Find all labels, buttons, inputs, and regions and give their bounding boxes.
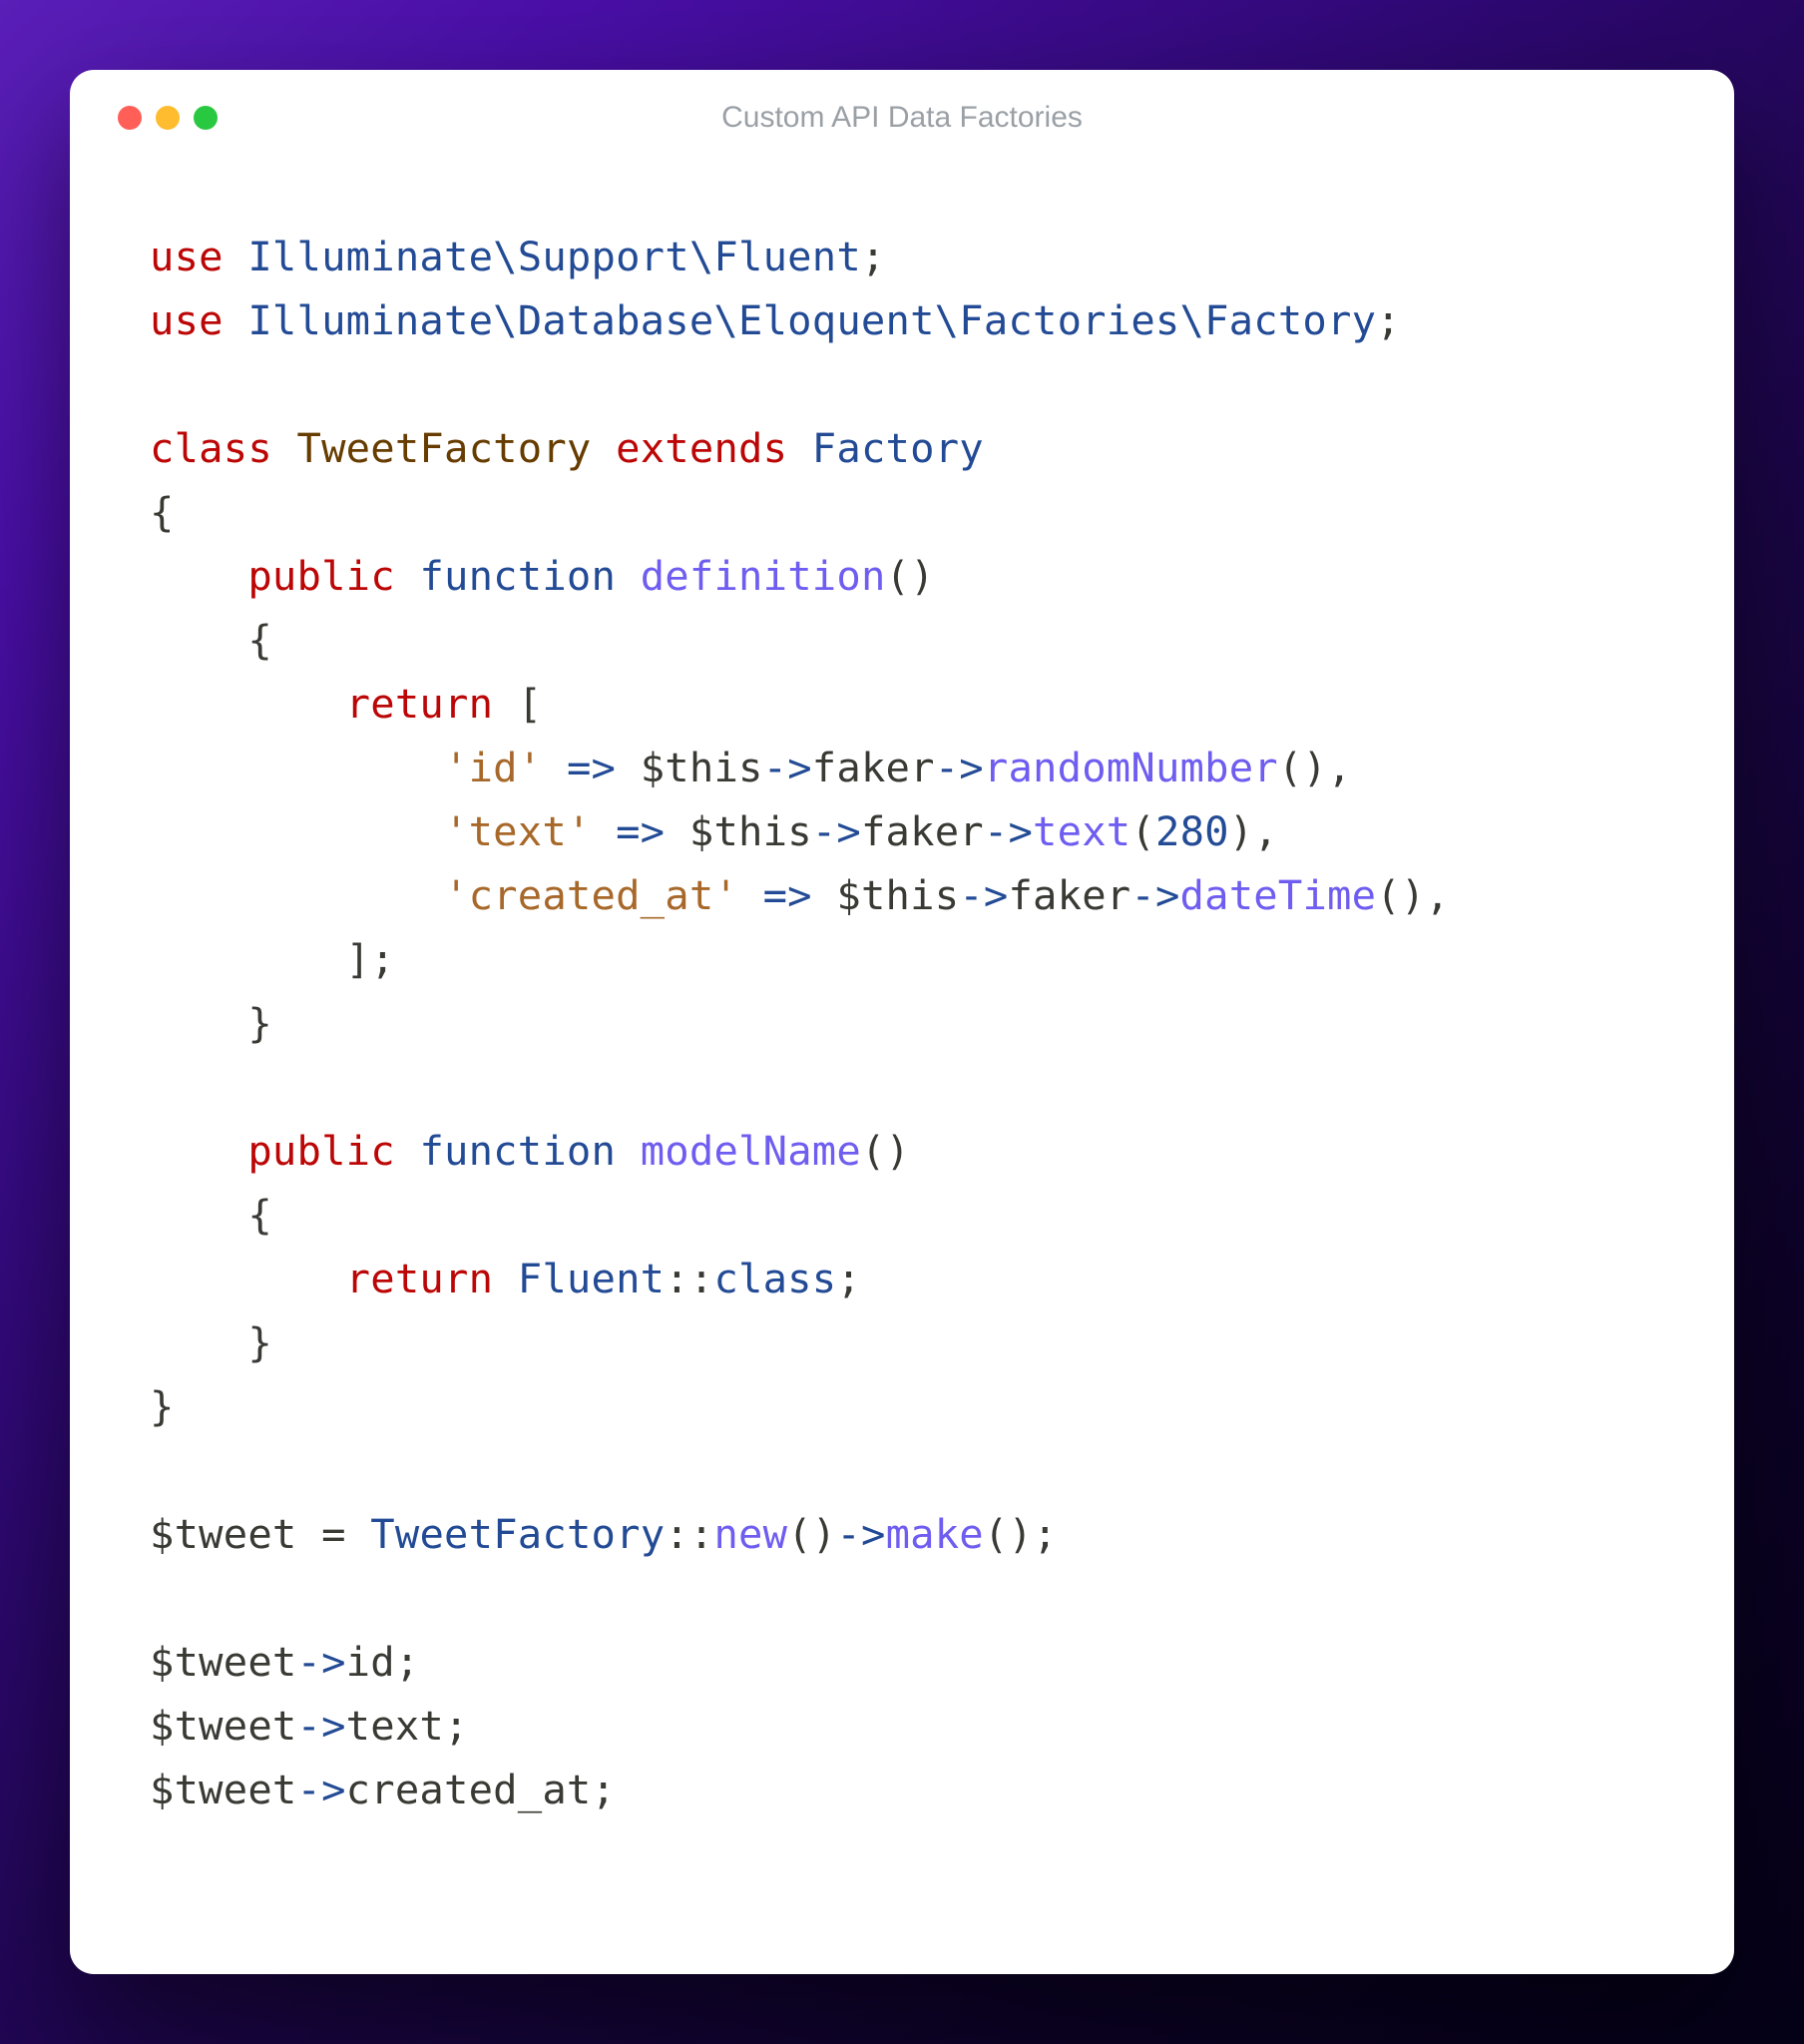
classname-factory: Factory [812, 424, 984, 472]
prop-faker: faker [812, 744, 935, 791]
paren-open: ( [886, 552, 911, 600]
prop-id: id [346, 1638, 395, 1686]
brace-close: } [150, 1382, 175, 1430]
prop-created-at: created_at [346, 1766, 592, 1813]
semicolon: ; [592, 1766, 617, 1813]
number-280: 280 [1155, 807, 1229, 855]
semicolon: ; [861, 233, 886, 280]
class-constant: class [713, 1255, 836, 1302]
method-make: make [886, 1510, 984, 1558]
var-this: $this [641, 744, 763, 791]
paren-close: ) [886, 1127, 911, 1175]
brace-open: { [247, 616, 272, 664]
arrow: -> [297, 1702, 346, 1750]
arrow: -> [1130, 871, 1179, 919]
paren-close: ) [910, 552, 935, 600]
semicolon: ; [1376, 296, 1401, 344]
semicolon: ; [395, 1638, 420, 1686]
brace-close: } [247, 1318, 272, 1366]
prop-faker: faker [1008, 871, 1130, 919]
paren-open: ( [861, 1127, 886, 1175]
arrow: -> [935, 744, 984, 791]
minimize-icon[interactable] [156, 106, 180, 130]
brace-close: } [247, 999, 272, 1047]
var-tweet: $tweet [150, 1510, 297, 1558]
namespace-fluent: Illuminate\Support\Fluent [247, 233, 861, 280]
semicolon: ; [370, 935, 395, 983]
paren-close: ) [1302, 744, 1327, 791]
close-icon[interactable] [118, 106, 142, 130]
arrow: -> [297, 1638, 346, 1686]
var-this: $this [836, 871, 959, 919]
string-text: 'text' [444, 807, 592, 855]
fat-arrow: => [567, 744, 616, 791]
keyword-return: return [346, 680, 494, 728]
arrow: -> [836, 1510, 885, 1558]
paren-close: ) [812, 1510, 837, 1558]
code-content: use Illuminate\Support\Fluent; use Illum… [70, 146, 1734, 1974]
class-tweetfactory: TweetFactory [370, 1510, 665, 1558]
comma: , [1253, 807, 1278, 855]
semicolon: ; [444, 1702, 469, 1750]
brace-open: { [150, 488, 175, 536]
string-id: 'id' [444, 744, 542, 791]
paren-close: ) [1401, 871, 1426, 919]
string-created-at: 'created_at' [444, 871, 738, 919]
keyword-extends: extends [616, 424, 787, 472]
var-tweet: $tweet [150, 1638, 297, 1686]
keyword-return: return [346, 1255, 494, 1302]
function-modelname: modelName [641, 1127, 861, 1175]
arrow: -> [984, 807, 1033, 855]
namespace-factory: Illuminate\Database\Eloquent\Factories\F… [247, 296, 1376, 344]
paren-open: ( [1278, 744, 1303, 791]
paren-close: ) [1229, 807, 1254, 855]
class-fluent: Fluent [518, 1255, 666, 1302]
maximize-icon[interactable] [194, 106, 218, 130]
semicolon: ; [1033, 1510, 1058, 1558]
double-colon: :: [665, 1255, 713, 1302]
fat-arrow: => [763, 871, 812, 919]
keyword-use: use [150, 296, 224, 344]
method-datetime: dateTime [1180, 871, 1377, 919]
brace-open: { [247, 1191, 272, 1239]
paren-open: ( [787, 1510, 812, 1558]
code-window: Custom API Data Factories use Illuminate… [70, 70, 1734, 1974]
arrow: -> [763, 744, 812, 791]
method-randomnumber: randomNumber [984, 744, 1278, 791]
comma: , [1327, 744, 1352, 791]
semicolon: ; [836, 1255, 861, 1302]
paren-close: ) [1009, 1510, 1034, 1558]
prop-text: text [346, 1702, 444, 1750]
bracket-open: [ [518, 680, 543, 728]
bracket-close: ] [346, 935, 371, 983]
paren-open: ( [984, 1510, 1009, 1558]
classname-tweetfactory: TweetFactory [297, 424, 592, 472]
method-text: text [1033, 807, 1130, 855]
keyword-public: public [247, 552, 395, 600]
equals: = [321, 1510, 346, 1558]
keyword-public: public [247, 1127, 395, 1175]
function-definition: definition [641, 552, 886, 600]
traffic-lights [118, 106, 218, 130]
paren-open: ( [1376, 871, 1401, 919]
prop-faker: faker [861, 807, 984, 855]
arrow: -> [959, 871, 1008, 919]
titlebar: Custom API Data Factories [70, 70, 1734, 146]
var-this: $this [689, 807, 812, 855]
double-colon: :: [665, 1510, 713, 1558]
fat-arrow: => [616, 807, 665, 855]
keyword-use: use [150, 233, 224, 280]
var-tweet: $tweet [150, 1702, 297, 1750]
window-title: Custom API Data Factories [721, 101, 1083, 135]
comma: , [1425, 871, 1450, 919]
paren-open: ( [1130, 807, 1155, 855]
keyword-function: function [419, 1127, 616, 1175]
keyword-function: function [419, 552, 616, 600]
var-tweet: $tweet [150, 1766, 297, 1813]
arrow: -> [812, 807, 861, 855]
arrow: -> [297, 1766, 346, 1813]
keyword-class: class [150, 424, 272, 472]
method-new: new [713, 1510, 787, 1558]
